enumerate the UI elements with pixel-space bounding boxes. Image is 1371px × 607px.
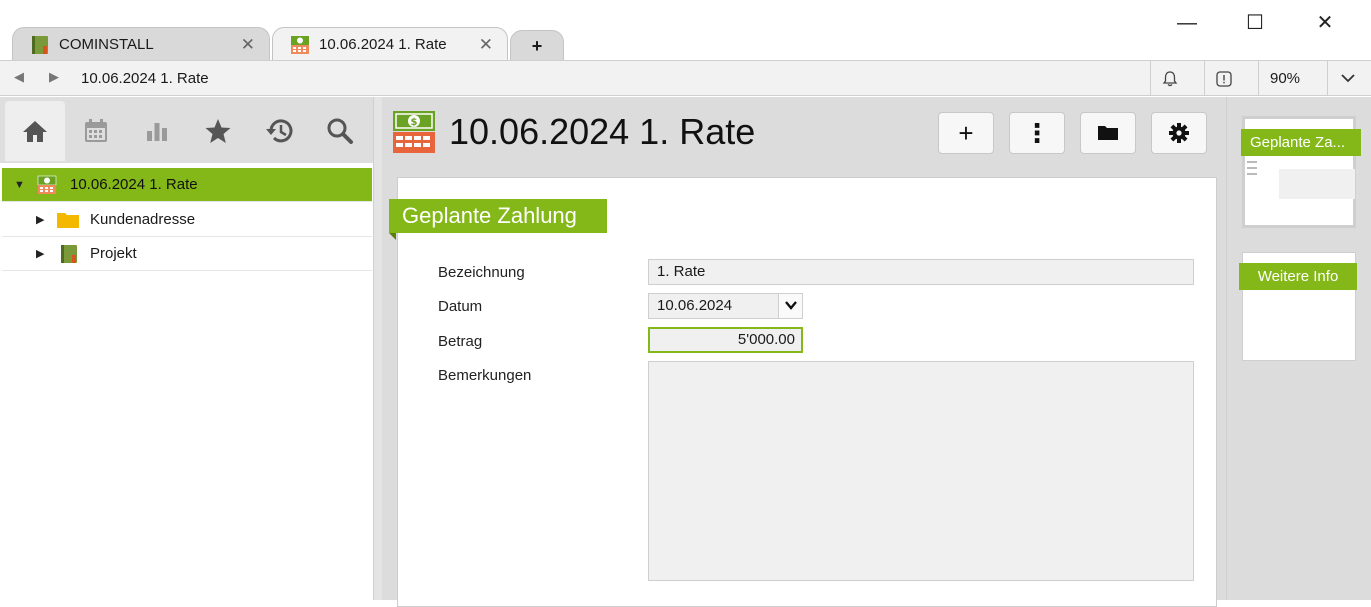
section-title: Geplante Zahlung — [389, 199, 607, 233]
tree-item-kundenadresse[interactable]: ▶ Kundenadresse — [2, 203, 372, 237]
expand-triangle-icon[interactable]: ▶ — [36, 213, 50, 226]
divider — [1258, 61, 1259, 96]
form-card: Geplante Zahlung Bezeichnung 1. Rate Dat… — [389, 177, 1217, 607]
folder-icon — [57, 212, 79, 228]
tab-cominstall[interactable]: COMINSTALL ✕ — [12, 27, 270, 61]
svg-text:$: $ — [411, 117, 418, 128]
settings-button[interactable] — [1151, 112, 1207, 154]
thumbnail-weitere-info[interactable]: Weitere Info — [1239, 252, 1357, 361]
history-button[interactable] — [249, 101, 309, 161]
betrag-field[interactable]: 5'000.00 — [648, 327, 803, 353]
bell-icon[interactable] — [1160, 69, 1180, 89]
thumbnail-preview — [1279, 169, 1355, 199]
folder-icon — [1098, 126, 1118, 140]
navigation-panel: ▼ 10.06.2024 1. Rate ▶ Kundenadresse ▶ P… — [0, 97, 374, 600]
statistics-button[interactable] — [127, 101, 187, 161]
bar-chart-icon — [147, 123, 167, 141]
minimize-button[interactable]: — — [1167, 8, 1207, 38]
tree-item-rate[interactable]: ▼ 10.06.2024 1. Rate — [2, 168, 372, 202]
notebook-icon — [61, 244, 77, 263]
thumbnail-preview-line — [1247, 167, 1257, 169]
chevron-down-icon[interactable] — [1340, 72, 1356, 84]
breadcrumb: 10.06.2024 1. Rate — [81, 70, 209, 87]
maximize-button[interactable]: ☐ — [1235, 8, 1275, 38]
close-window-button[interactable]: ✕ — [1305, 8, 1345, 38]
calendar-icon — [85, 119, 107, 142]
search-icon — [327, 118, 353, 144]
money-calendar-icon: $ — [393, 111, 435, 153]
notebook-icon — [32, 35, 48, 54]
tab-label: 10.06.2024 1. Rate — [319, 36, 447, 53]
divider — [1327, 61, 1328, 96]
datum-field[interactable]: 10.06.2024 — [648, 293, 803, 319]
more-options-button[interactable]: ⋮ — [1009, 112, 1065, 154]
zoom-level[interactable]: 90% — [1270, 70, 1300, 87]
datum-value: 10.06.2024 — [657, 297, 733, 314]
tree-item-label: Projekt — [90, 245, 137, 262]
home-button[interactable] — [5, 101, 65, 161]
folder-button[interactable] — [1080, 112, 1136, 154]
section-overview-panel: Geplante Za... Weitere Info — [1226, 97, 1371, 600]
add-button[interactable]: + — [938, 112, 994, 154]
home-icon — [23, 121, 47, 142]
close-icon[interactable]: ✕ — [241, 35, 255, 55]
forward-icon[interactable]: ▶ — [49, 69, 59, 85]
bemerkungen-label: Bemerkungen — [438, 367, 532, 384]
title-bar: COMINSTALL ✕ 10.06.2024 1. Rate ✕ + — ☐ … — [0, 0, 1371, 61]
divider — [1150, 61, 1151, 96]
chevron-down-icon — [785, 301, 797, 310]
thumbnail-geplante-zahlung[interactable]: Geplante Za... — [1241, 116, 1361, 228]
tab-rate[interactable]: 10.06.2024 1. Rate ✕ — [272, 27, 508, 61]
thumbnail-preview-line — [1247, 173, 1257, 175]
thumbnail-label: Weitere Info — [1239, 263, 1357, 290]
calendar-button[interactable] — [66, 101, 126, 161]
new-tab-button[interactable]: + — [510, 30, 564, 61]
page-title: 10.06.2024 1. Rate — [449, 111, 756, 152]
expand-triangle-icon[interactable]: ▼ — [14, 179, 28, 191]
date-dropdown-button[interactable] — [778, 294, 802, 318]
betrag-label: Betrag — [438, 333, 483, 350]
expand-triangle-icon[interactable]: ▶ — [36, 247, 50, 260]
thumbnail-label: Geplante Za... — [1241, 129, 1361, 156]
search-button[interactable] — [310, 101, 370, 161]
ribbon-fold — [389, 233, 396, 240]
main-content: $ 10.06.2024 1. Rate + ⋮ Geplante Zahlun… — [382, 97, 1226, 607]
star-icon — [205, 119, 231, 143]
tree-item-label: 10.06.2024 1. Rate — [70, 176, 198, 193]
navigation-toolbar — [0, 97, 373, 163]
money-calendar-icon — [291, 35, 309, 54]
close-icon[interactable]: ✕ — [479, 35, 493, 55]
gear-icon — [1169, 123, 1189, 143]
bezeichnung-label: Bezeichnung — [438, 264, 525, 281]
address-bar: ◀ ▶ 10.06.2024 1. Rate 90% — [0, 60, 1371, 96]
bezeichnung-field[interactable]: 1. Rate — [648, 259, 1194, 285]
history-icon — [266, 119, 293, 143]
favorites-button[interactable] — [188, 101, 248, 161]
datum-label: Datum — [438, 298, 483, 315]
bemerkungen-field[interactable] — [648, 361, 1194, 581]
alert-icon[interactable] — [1214, 69, 1234, 89]
thumbnail-preview-line — [1247, 161, 1257, 163]
divider — [1204, 61, 1205, 96]
tab-label: COMINSTALL — [59, 36, 154, 53]
panel-splitter[interactable] — [374, 97, 382, 600]
back-icon[interactable]: ◀ — [14, 69, 24, 85]
money-calendar-icon — [37, 175, 57, 194]
tree-item-label: Kundenadresse — [90, 211, 196, 228]
tree-item-projekt[interactable]: ▶ Projekt — [2, 237, 372, 271]
